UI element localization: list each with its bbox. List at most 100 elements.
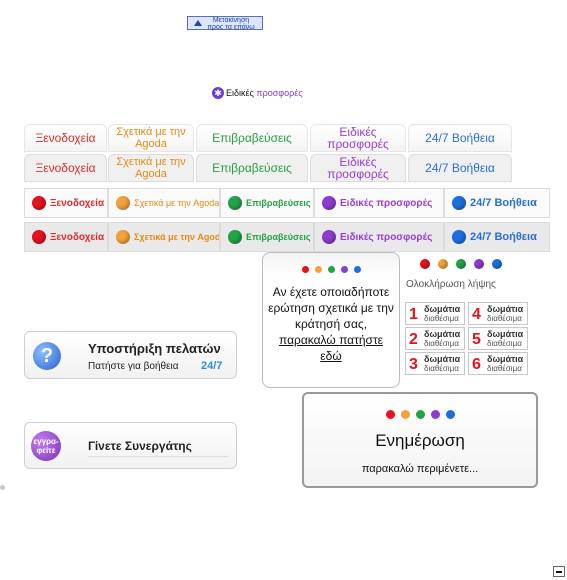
gray-dot-icon [0,485,5,490]
move-up-line1: Μετακίνηση [212,17,250,24]
arrow-up-icon [194,20,202,26]
customer-support-button[interactable]: ? Υποστήριξη πελατών Πατήστε για βοήθεια… [24,331,237,379]
room-number: 3 [409,356,418,373]
tab-label: Ξενοδοχεία [35,131,96,145]
special-offers-word1: Ειδικές [226,88,254,98]
room-label: δωμάτια [487,354,524,364]
btn-label: 24/7 Βοήθεια [470,197,537,209]
tab-label: Επιβραβεύσεις [212,131,292,145]
red-dot-icon [385,410,395,419]
star-icon: ✱ [212,87,224,99]
tab-help[interactable]: 24/7 Βοήθεια [408,124,512,152]
red-dot-icon [420,259,430,269]
btn-label: Επιβραβεύσεις [246,198,311,208]
update-subtitle: παρακαλώ περιμένετε... [361,463,479,475]
btn-label: Επιβραβεύσεις [246,232,311,242]
btn-offers-alt[interactable]: Ειδικές προσφορές [314,222,444,252]
room-status: διαθέσιμα [487,339,522,348]
green-dot-icon [456,259,466,269]
room-number: 5 [472,331,481,348]
purple-dot-icon [322,196,336,210]
update-panel: Ενημέρωση παρακαλώ περιμένετε... [302,392,538,488]
btn-label: Ξενοδοχεία [50,231,105,243]
tab-help-alt[interactable]: 24/7 Βοήθεια [408,154,512,182]
green-dot-icon [327,266,335,273]
purple-dot-icon [430,410,440,419]
room-status: διαθέσιμα [424,339,459,348]
room-label: δωμάτια [487,329,524,339]
btn-offers[interactable]: Ειδικές προσφορές [314,188,444,218]
tab-offers-alt[interactable]: Ειδικές προσφορές [310,154,406,182]
btn-help[interactable]: 24/7 Βοήθεια [444,188,550,218]
btn-reviews-alt[interactable]: Επιβραβεύσεις [220,222,314,252]
room-number: 6 [472,356,481,373]
tab-label: Ξενοδοχεία [35,161,96,175]
green-dot-icon [228,230,242,244]
tab-label: Σχετικά με την Agoda [116,156,186,180]
room-status: διαθέσιμα [424,314,459,323]
green-dot-icon [228,196,242,210]
orange-dot-icon [116,230,130,244]
blue-dot-icon [445,410,455,419]
download-complete-label: Ολοκλήρωση λήψης [406,279,496,290]
room-availability-6[interactable]: 6 δωμάτια διαθέσιμα [468,352,528,375]
purple-dot-icon [340,266,348,273]
tab-about[interactable]: Σχετικά με την Agoda [108,124,194,152]
btn-about-alt[interactable]: Σχετικά με την Agoda [108,222,220,252]
btn-hotels-alt[interactable]: Ξενοδοχεία [24,222,108,252]
btn-hotels[interactable]: Ξενοδοχεία [24,188,108,218]
orange-dot-icon [438,259,448,269]
tab-label: Ειδικές προσφορές [327,125,389,151]
btn-label: Ειδικές προσφορές [340,231,433,243]
room-status: διαθέσιμα [487,364,522,373]
partner-title: Γίνετε Συνεργάτης [88,439,192,453]
support-hours: 24/7 [201,360,223,372]
blue-dot-icon [452,230,466,244]
btn-label: Σχετικά με την Agoda [134,232,220,242]
room-number: 4 [472,306,481,323]
become-partner-button[interactable]: εγγρα-φείτε Γίνετε Συνεργάτης [24,422,237,469]
btn-label: Ξενοδοχεία [50,197,105,209]
room-availability-3[interactable]: 3 δωμάτια διαθέσιμα [405,352,465,375]
move-up-button[interactable]: Μετακίνηση προς τα επάνω [187,16,263,31]
room-status: διαθέσιμα [487,314,522,323]
collapse-button[interactable] [553,566,565,577]
question-panel: Αν έχετε οποιαδήποτε ερώτηση σχετικά με … [262,252,400,388]
btn-label: 24/7 Βοήθεια [470,231,537,243]
question-icon: ? [33,342,61,370]
question-text: Αν έχετε οποιαδήποτε ερώτηση σχετικά με … [268,285,394,331]
btn-about[interactable]: Σχετικά με την Agoda [108,188,220,218]
minus-icon [556,571,562,573]
orange-dot-icon [400,410,410,419]
room-label: δωμάτια [424,329,461,339]
room-label: δωμάτια [424,304,461,314]
btn-label: Σχετικά με την Agoda [134,198,220,208]
blue-dot-icon [492,259,502,269]
room-availability-4[interactable]: 4 δωμάτια διαθέσιμα [468,302,528,325]
special-offers-heading[interactable]: ✱ Ειδικές προσφορές [212,87,303,99]
tab-reviews-alt[interactable]: Επιβραβεύσεις [196,154,308,182]
room-availability-5[interactable]: 5 δωμάτια διαθέσιμα [468,327,528,350]
question-link[interactable]: παρακαλώ πατήστε εδώ [267,332,395,364]
move-up-line2: προς τα επάνω [207,24,255,31]
room-label: δωμάτια [424,354,461,364]
red-dot-icon [32,196,46,210]
btn-help-alt[interactable]: 24/7 Βοήθεια [444,222,550,252]
blue-dot-icon [452,196,466,210]
tab-label: 24/7 Βοήθεια [425,131,495,145]
room-availability-1[interactable]: 1 δωμάτια διαθέσιμα [405,302,465,325]
tab-offers[interactable]: Ειδικές προσφορές [310,124,406,152]
update-title: Ενημέρωση [375,431,465,450]
status-dots [416,259,506,269]
tab-reviews[interactable]: Επιβραβεύσεις [196,124,308,152]
purple-dot-icon [474,259,484,269]
tab-hotels-alt[interactable]: Ξενοδοχεία [24,154,107,182]
tab-hotels[interactable]: Ξενοδοχεία [24,124,107,152]
tab-label: Επιβραβεύσεις [212,161,292,175]
room-number: 1 [409,306,418,323]
red-dot-icon [32,230,46,244]
room-availability-2[interactable]: 2 δωμάτια διαθέσιμα [405,327,465,350]
tab-about-alt[interactable]: Σχετικά με την Agoda [108,154,194,182]
room-label: δωμάτια [487,304,524,314]
btn-reviews[interactable]: Επιβραβεύσεις [220,188,314,218]
